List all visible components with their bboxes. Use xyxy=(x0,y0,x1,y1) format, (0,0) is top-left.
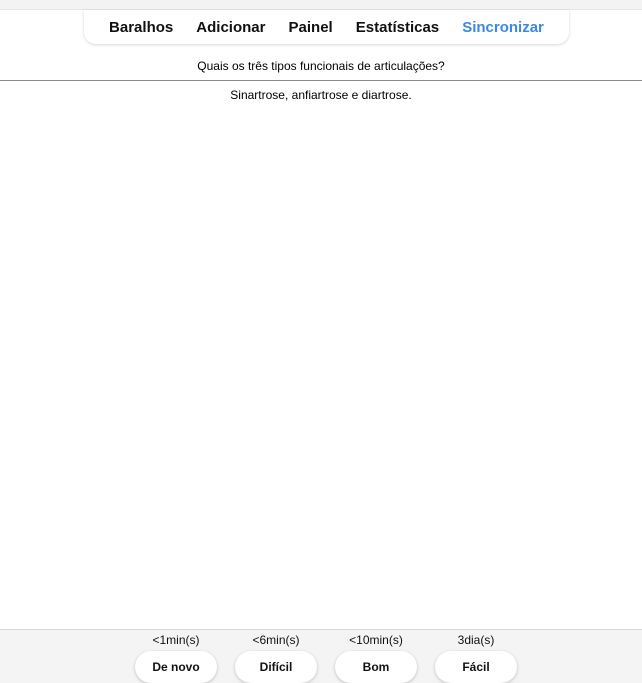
hard-button[interactable]: Difícil xyxy=(235,651,317,683)
easy-button[interactable]: Fácil xyxy=(435,651,517,683)
ease-good-group: <10min(s) Bom xyxy=(335,630,417,683)
nav-sync[interactable]: Sincronizar xyxy=(458,17,548,38)
ease-again-group: <1min(s) De novo xyxy=(135,630,217,683)
ease-good-interval: <10min(s) xyxy=(349,633,403,647)
ease-again-interval: <1min(s) xyxy=(152,633,200,647)
ease-hard-group: <6min(s) Difícil xyxy=(235,630,317,683)
card-question: Quais os três tipos funcionais de articu… xyxy=(197,59,445,73)
ease-easy-group: 3dia(s) Fácil xyxy=(435,630,517,683)
ease-easy-interval: 3dia(s) xyxy=(457,633,495,647)
answer-divider xyxy=(0,80,642,81)
nav-add[interactable]: Adicionar xyxy=(192,17,269,38)
ease-hard-interval: <6min(s) xyxy=(252,633,300,647)
answer-bar: <1min(s) De novo <6min(s) Difícil <10min… xyxy=(0,629,642,683)
nav-stats[interactable]: Estatísticas xyxy=(352,17,443,38)
title-strip xyxy=(0,0,642,10)
good-button[interactable]: Bom xyxy=(335,651,417,683)
top-nav: Baralhos Adicionar Painel Estatísticas S… xyxy=(84,10,569,44)
again-button[interactable]: De novo xyxy=(135,651,217,683)
anki-review-window: Baralhos Adicionar Painel Estatísticas S… xyxy=(0,0,642,683)
nav-decks[interactable]: Baralhos xyxy=(105,17,177,38)
card-answer: Sinartrose, anfiartrose e diartrose. xyxy=(230,88,412,102)
nav-browse[interactable]: Painel xyxy=(285,17,337,38)
